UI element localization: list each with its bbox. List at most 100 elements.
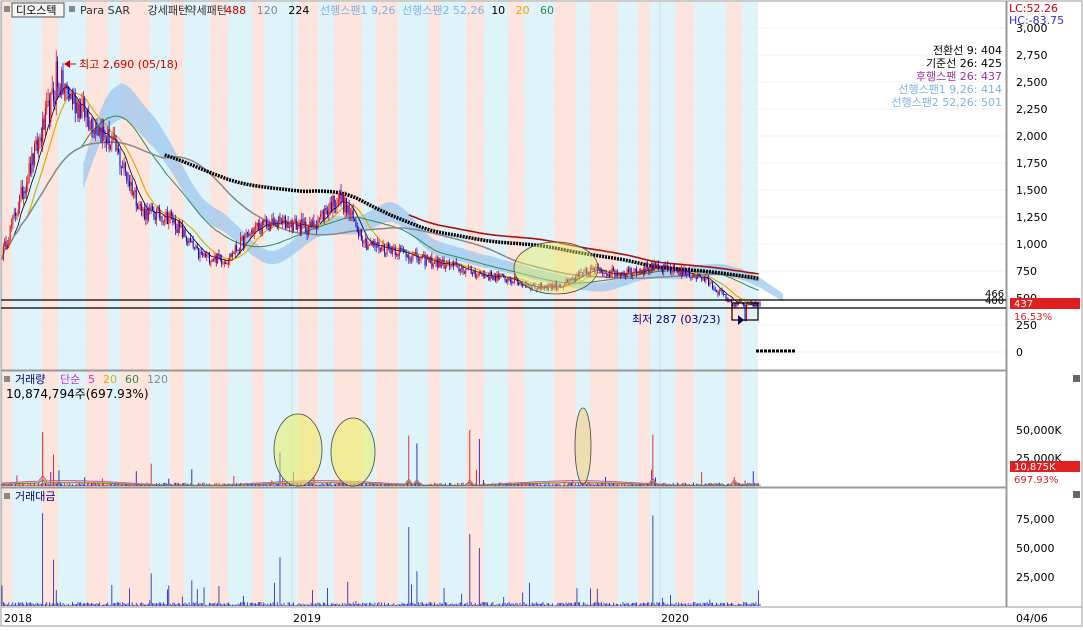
candle-body <box>38 138 40 152</box>
candle-body <box>19 195 21 209</box>
candle-body <box>72 93 74 104</box>
candle-body <box>392 249 394 254</box>
candle-body <box>358 231 360 237</box>
candle-body <box>362 240 364 244</box>
candle-body <box>739 301 741 303</box>
indicator-label[interactable]: 선행스팬2 52,26 <box>402 4 484 17</box>
candle-body <box>67 89 69 94</box>
chart-menu-icon[interactable] <box>4 6 10 12</box>
candle-body <box>466 268 468 270</box>
candle-body <box>46 104 48 108</box>
candle-body <box>316 226 318 229</box>
highlight-ellipse <box>513 241 599 295</box>
price-tick-label: 2,500 <box>1016 76 1048 89</box>
candle-body <box>600 271 602 273</box>
candle-body <box>721 290 723 294</box>
indicator-label[interactable]: 10 <box>491 4 505 17</box>
candle-body <box>244 235 246 248</box>
indicator-menu-icon[interactable] <box>69 6 75 12</box>
trend-band <box>150 2 170 606</box>
candle-body <box>661 267 663 273</box>
trend-band <box>170 2 184 606</box>
candle-body <box>401 248 403 250</box>
candle-body <box>131 182 133 196</box>
candle-body <box>230 253 232 258</box>
candle-body <box>104 132 106 139</box>
candle-body <box>614 271 616 277</box>
candle-body <box>473 271 475 274</box>
candle-body <box>499 275 501 279</box>
candle-body <box>175 218 177 230</box>
indicator-label[interactable]: Para SAR <box>80 4 130 17</box>
candle-body <box>651 263 653 271</box>
candle-body <box>413 253 415 255</box>
candle-body <box>70 93 72 100</box>
candle-body <box>617 272 619 276</box>
indicator-label[interactable]: 20 <box>516 4 530 17</box>
volume-menu-icon[interactable] <box>4 376 10 382</box>
indicator-label[interactable]: 강세패턴 <box>148 4 188 17</box>
amount-menu-icon[interactable] <box>4 493 10 499</box>
candle-body <box>431 257 433 267</box>
candle-body <box>427 258 429 260</box>
candle-body <box>611 267 613 274</box>
candle-body <box>313 220 315 227</box>
date-axis <box>0 606 1083 627</box>
candle-body <box>496 273 498 281</box>
candle-body <box>256 222 258 226</box>
candle-body <box>147 208 149 221</box>
candle-body <box>111 140 113 145</box>
date-bottom-right: 04/06 <box>1016 612 1048 625</box>
candle-body <box>65 84 67 89</box>
candle-body <box>397 253 399 256</box>
volume-ma-label: 단순 <box>60 373 80 386</box>
indicator-label[interactable]: 224 <box>288 4 309 17</box>
candle-body <box>599 267 601 272</box>
candle-body <box>457 263 459 265</box>
candle-body <box>619 274 621 277</box>
candle-body <box>514 276 516 283</box>
indicator-label[interactable]: 선행스팬1 9,26 <box>320 4 395 17</box>
indicator-label[interactable]: 60 <box>540 4 554 17</box>
candle-body <box>172 214 174 223</box>
candle-body <box>713 288 715 290</box>
candle-body <box>127 180 129 182</box>
volume-panel-close-icon[interactable] <box>1073 375 1080 382</box>
candle-body <box>101 126 103 143</box>
candle-body <box>472 273 474 275</box>
x-tick-label: 2018 <box>4 612 32 625</box>
candle-body <box>90 118 92 129</box>
volume-tick-label: 50,000K <box>1016 424 1062 437</box>
candle-body <box>48 100 50 122</box>
candle-body <box>415 251 417 254</box>
candle-body <box>697 273 699 279</box>
candle-body <box>122 167 124 169</box>
candle-body <box>671 271 673 273</box>
candle-body <box>268 223 270 231</box>
candle-body <box>693 275 695 277</box>
candle-body <box>249 232 251 236</box>
candle-body <box>184 229 186 238</box>
candle-body <box>709 282 711 286</box>
candle-body <box>157 206 159 210</box>
candle-body <box>84 98 86 118</box>
candle-body <box>4 240 6 247</box>
candle-body <box>360 229 362 241</box>
candle-body <box>419 259 421 261</box>
trend-band <box>484 2 508 606</box>
indicator-label[interactable]: 120 <box>257 4 278 17</box>
candle-body <box>242 236 244 248</box>
candle-body <box>185 237 187 242</box>
candle-body <box>354 218 356 221</box>
candle-body <box>655 263 657 265</box>
indicator-label[interactable]: 약세패턴 <box>186 3 226 17</box>
candle-body <box>470 266 472 274</box>
amount-panel-close-icon[interactable] <box>1073 491 1080 498</box>
candle-body <box>489 271 491 280</box>
candle-body <box>659 266 661 270</box>
indicator-label[interactable]: 488 <box>225 4 246 17</box>
volume-highlight-ellipse <box>330 417 376 487</box>
candle-body <box>69 93 71 100</box>
candle-body <box>718 290 720 295</box>
candle-body <box>183 229 185 238</box>
